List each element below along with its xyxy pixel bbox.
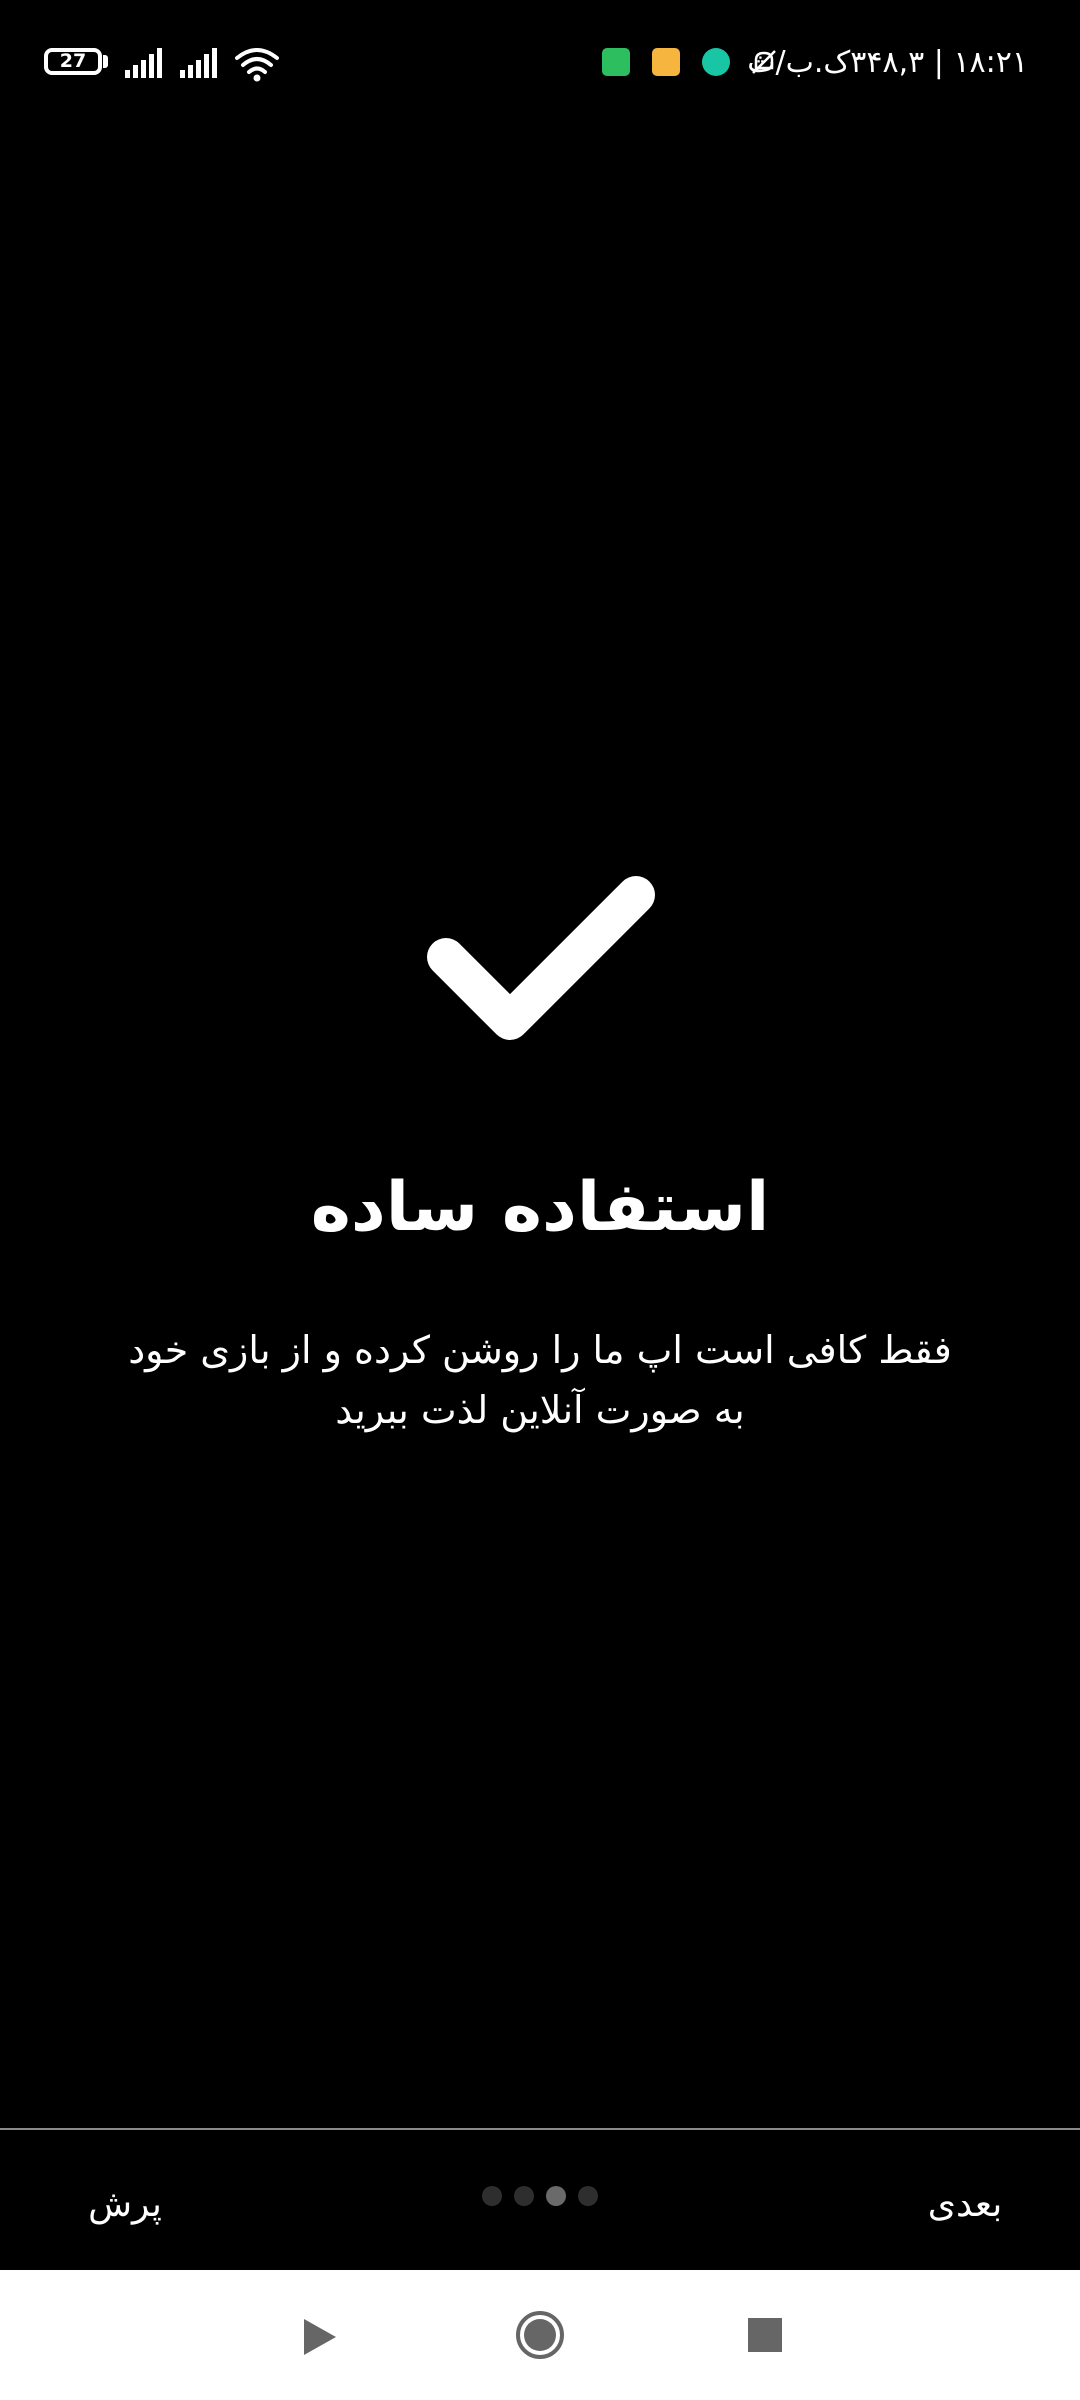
status-bar: 27 ۱۸:۲۱ | ۳۴۸,۳ک.ب/ث <box>0 0 1080 130</box>
status-time-speed: ۱۸:۲۱ | ۳۴۸,۳ک.ب/ث <box>747 45 1028 80</box>
page-dot <box>578 2186 598 2206</box>
recents-icon[interactable] <box>748 2318 782 2352</box>
chat-icon <box>702 48 730 76</box>
slide-title: استفاده ساده <box>310 1168 770 1247</box>
notes-icon <box>652 48 680 76</box>
back-icon[interactable] <box>302 2317 338 2357</box>
system-nav-bar <box>0 2270 1080 2400</box>
checkmark-icon <box>427 876 655 1040</box>
next-button[interactable]: بعدی <box>890 2170 1040 2240</box>
page-indicator <box>478 2186 608 2210</box>
home-icon[interactable] <box>515 2310 565 2360</box>
send-icon <box>602 48 630 76</box>
signal-icon <box>180 48 217 78</box>
page-dot <box>514 2186 534 2206</box>
wifi-icon <box>235 48 279 82</box>
slide-description: فقط کافی است اپ ما را روشن کرده و از باز… <box>128 1328 952 1432</box>
battery-nub <box>103 55 108 68</box>
signal-icon <box>125 48 162 78</box>
page-dot <box>482 2186 502 2206</box>
footer-divider <box>0 2128 1080 2130</box>
page-dot <box>546 2186 566 2206</box>
battery-level: 27 <box>59 50 87 72</box>
skip-button[interactable]: پرش <box>60 2170 190 2240</box>
